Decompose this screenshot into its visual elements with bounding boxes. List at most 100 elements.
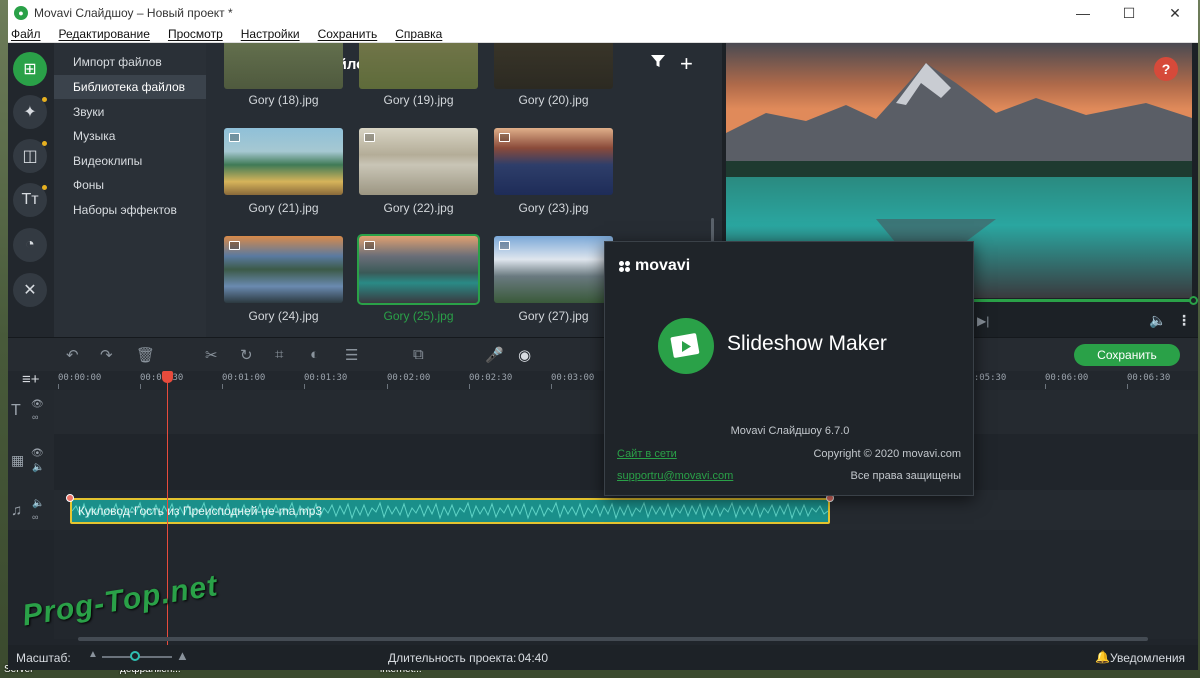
- thumbnail[interactable]: [224, 43, 343, 89]
- version-text: Movavi Слайдшоу 6.7.0: [730, 425, 850, 437]
- rotate-icon[interactable]: ↻: [240, 346, 253, 364]
- stickers-icon[interactable]: ◔: [13, 228, 47, 262]
- speaker-icon[interactable]: 🔈: [32, 462, 44, 473]
- image-icon: [499, 241, 510, 250]
- bell-icon[interactable]: 🔔: [1095, 650, 1110, 664]
- duration-label: Длительность проекта:: [388, 651, 517, 665]
- timeline-ruler[interactable]: ≡+ 00:00:00 00:00:30 00:01:00 00:01:30 0…: [8, 371, 1198, 390]
- product-name: Slideshow Maker: [727, 332, 887, 355]
- add-icon[interactable]: +: [680, 51, 693, 77]
- redo-icon[interactable]: ↷: [100, 346, 113, 364]
- menu-edit[interactable]: Редактирование: [48, 27, 157, 41]
- menu-view[interactable]: Просмотр: [157, 27, 230, 41]
- playhead-knob[interactable]: [162, 371, 173, 383]
- menu-file[interactable]: Файл: [8, 27, 48, 41]
- transitions-icon[interactable]: ◫: [13, 139, 47, 173]
- about-dialog: movavi Slideshow Maker Movavi Слайдшоу 6…: [604, 241, 974, 496]
- clip-start-handle[interactable]: [66, 494, 74, 502]
- thumbnail[interactable]: [224, 236, 343, 303]
- thumbnail[interactable]: [224, 128, 343, 195]
- link-icon[interactable]: ∞: [32, 512, 38, 522]
- image-icon: [229, 241, 240, 250]
- timeline-toolbar: ↶ ↷ 🗑 ✂ ↻ ⌗ ◐ ☰ ⧉ 🎤 ◉ Сохранить: [8, 337, 1198, 371]
- maximize-button[interactable]: ☐: [1106, 0, 1152, 26]
- thumbnail[interactable]: [359, 128, 478, 195]
- thumbnail[interactable]: [359, 43, 478, 89]
- category-music[interactable]: Музыка: [54, 124, 206, 148]
- thumbnail[interactable]: [494, 236, 613, 303]
- menu-help[interactable]: Справка: [384, 27, 449, 41]
- webcam-icon[interactable]: ◉: [518, 346, 531, 364]
- help-button[interactable]: ?: [1154, 57, 1178, 81]
- minimize-button[interactable]: —: [1060, 0, 1106, 26]
- clip-properties-icon[interactable]: ☰: [345, 346, 358, 364]
- category-backgrounds[interactable]: Фоны: [54, 173, 206, 197]
- library-scrollbar[interactable]: [711, 218, 714, 242]
- volume-icon[interactable]: 🔈: [1149, 312, 1166, 329]
- category-videoclips[interactable]: Видеоклипы: [54, 149, 206, 173]
- category-effect-sets[interactable]: Наборы эффектов: [54, 198, 206, 222]
- ruler-tick: 00:06:00: [1045, 373, 1089, 389]
- image-icon: [364, 241, 375, 250]
- slideshow-maker-icon: [658, 318, 714, 374]
- ruler-tick: 00:01:00: [222, 373, 266, 389]
- titles-icon[interactable]: Tт: [13, 183, 47, 217]
- zoom-in-icon[interactable]: ▲: [176, 648, 189, 663]
- thumbnail-name: Gory (19).jpg: [383, 93, 454, 107]
- empty-track-area[interactable]: [54, 530, 1198, 639]
- music-note-icon: ♫: [11, 502, 23, 519]
- eye-icon[interactable]: 👁: [31, 448, 44, 459]
- next-frame-icon[interactable]: ▶|: [977, 314, 989, 328]
- playback-progress-knob[interactable]: [1189, 296, 1198, 305]
- cut-icon[interactable]: ✂: [205, 346, 218, 364]
- thumbnail-name: Gory (22).jpg: [383, 201, 454, 215]
- filter-icon[interactable]: [650, 53, 666, 74]
- category-import[interactable]: Импорт файлов: [54, 50, 206, 74]
- delete-icon[interactable]: 🗑: [136, 346, 155, 364]
- timeline-scrollbar[interactable]: [78, 637, 1148, 641]
- magic-wand-icon[interactable]: ✦: [13, 95, 47, 129]
- color-adjust-icon[interactable]: ◐: [310, 346, 319, 363]
- title-track-header: T 👁 ∞: [8, 390, 54, 434]
- record-audio-icon[interactable]: 🎤: [485, 346, 504, 364]
- thumbnail-selected[interactable]: [357, 234, 480, 305]
- thumbnail[interactable]: [494, 43, 613, 89]
- notifications-link[interactable]: Уведомления: [1110, 651, 1185, 665]
- ruler-tick: 00:01:30: [304, 373, 348, 389]
- ruler-tick: 00:06:30: [1127, 373, 1171, 389]
- audio-track-header: ♫ 🔈 ∞: [8, 490, 54, 530]
- menu-save[interactable]: Сохранить: [307, 27, 385, 41]
- title-bar[interactable]: ● Movavi Слайдшоу – Новый проект * — ☐ ✕: [8, 0, 1198, 26]
- zoom-out-icon[interactable]: ▲: [88, 649, 98, 660]
- magic-wand-glyph: ✦: [23, 104, 37, 121]
- link-icon[interactable]: ∞: [32, 412, 38, 422]
- thumbnail-name: Gory (27).jpg: [518, 309, 589, 323]
- zoom-label: Масштаб:: [16, 651, 71, 665]
- tools-icon[interactable]: ✕: [13, 273, 47, 307]
- overlay-icon[interactable]: ⧉: [413, 346, 424, 363]
- image-icon: [499, 133, 510, 142]
- save-button[interactable]: Сохранить: [1074, 344, 1180, 366]
- category-sounds[interactable]: Звуки: [54, 100, 206, 124]
- website-link[interactable]: Сайт в сети: [617, 448, 677, 460]
- new-dot: [42, 97, 47, 102]
- video-track-icon: ▦: [11, 452, 25, 468]
- undo-icon[interactable]: ↶: [66, 346, 79, 364]
- titles-glyph: Tт: [21, 191, 39, 208]
- image-icon: [364, 133, 375, 142]
- thumbnail[interactable]: [494, 128, 613, 195]
- support-email-link[interactable]: supportru@movavi.com: [617, 470, 733, 482]
- crop-icon[interactable]: ⌗: [275, 346, 283, 363]
- eye-icon[interactable]: 👁: [31, 399, 44, 410]
- zoom-slider-knob[interactable]: [130, 651, 140, 661]
- menu-settings[interactable]: Настройки: [230, 27, 307, 41]
- import-icon[interactable]: ⊞: [13, 52, 47, 86]
- audio-clip[interactable]: Кукловод-Гость из Преисподней-не-ma.mp3: [70, 498, 830, 524]
- category-library[interactable]: Библиотека файлов: [54, 75, 206, 99]
- speaker-icon[interactable]: 🔈: [32, 498, 44, 509]
- close-button[interactable]: ✕: [1152, 0, 1198, 26]
- thumbnail-name-selected: Gory (25).jpg: [383, 309, 454, 323]
- window-title: Movavi Слайдшоу – Новый проект *: [34, 6, 233, 20]
- add-track-icon[interactable]: ≡+: [22, 371, 40, 388]
- more-options-icon[interactable]: ⋮: [1177, 312, 1191, 329]
